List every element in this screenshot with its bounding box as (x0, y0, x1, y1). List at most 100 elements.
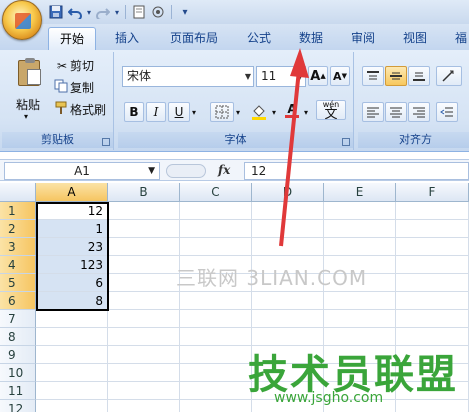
cell[interactable]: 23 (36, 238, 108, 256)
cell[interactable] (396, 220, 469, 238)
cell[interactable] (324, 202, 396, 220)
cell[interactable] (396, 274, 469, 292)
tab-data[interactable]: 数据 (288, 27, 334, 50)
clipboard-dialog-launcher-icon[interactable] (102, 138, 110, 146)
tab-more[interactable]: 福 (446, 27, 469, 50)
name-box[interactable]: A1 ▼ (4, 162, 160, 180)
align-bottom-button[interactable] (408, 66, 430, 86)
tab-page-layout[interactable]: 页面布局 (158, 27, 230, 50)
select-all-button[interactable] (0, 183, 36, 202)
cell[interactable] (324, 292, 396, 310)
borders-dropdown-icon[interactable]: ▾ (234, 102, 242, 122)
column-header-c[interactable]: C (180, 183, 252, 202)
cell[interactable] (180, 202, 252, 220)
cell[interactable] (396, 238, 469, 256)
cell[interactable] (252, 238, 324, 256)
cell[interactable] (396, 292, 469, 310)
tab-review[interactable]: 审阅 (340, 27, 386, 50)
row-header[interactable]: 10 (0, 364, 36, 382)
bold-button[interactable]: B (124, 102, 144, 122)
cell[interactable] (36, 382, 108, 400)
formula-bar-handle[interactable] (166, 164, 206, 178)
cell[interactable]: 6 (36, 274, 108, 292)
align-middle-button[interactable] (385, 66, 407, 86)
cell[interactable] (180, 310, 252, 328)
cell[interactable] (180, 382, 252, 400)
print-preview-icon[interactable] (131, 4, 147, 20)
insert-function-button[interactable]: fx (218, 163, 230, 177)
cell[interactable] (252, 292, 324, 310)
column-header-b[interactable]: B (108, 183, 180, 202)
tab-view[interactable]: 视图 (392, 27, 438, 50)
tab-insert[interactable]: 插入 (104, 27, 150, 50)
cell[interactable] (396, 400, 469, 412)
cell[interactable] (108, 202, 180, 220)
cell[interactable] (36, 328, 108, 346)
cell[interactable] (180, 364, 252, 382)
column-header-f[interactable]: F (396, 183, 469, 202)
cell[interactable] (180, 292, 252, 310)
orientation-button[interactable] (436, 66, 462, 86)
cell[interactable] (108, 400, 180, 412)
paste-button[interactable] (14, 58, 46, 98)
cell[interactable] (36, 346, 108, 364)
cell[interactable] (108, 310, 180, 328)
column-header-e[interactable]: E (324, 183, 396, 202)
cell[interactable] (36, 364, 108, 382)
row-header[interactable]: 4 (0, 256, 36, 274)
copy-button[interactable]: 复制 (54, 79, 94, 96)
cell[interactable] (324, 220, 396, 238)
save-icon[interactable] (48, 4, 64, 20)
font-name-combo[interactable]: 宋体 ▼ (122, 66, 254, 87)
decrease-indent-button[interactable] (436, 102, 458, 122)
dropdown-small-icon[interactable]: ▾ (114, 4, 120, 20)
align-right-button[interactable] (408, 102, 430, 122)
cell[interactable] (108, 346, 180, 364)
row-header[interactable]: 11 (0, 382, 36, 400)
font-color-dropdown-icon[interactable]: ▾ (302, 102, 310, 122)
cell[interactable]: 8 (36, 292, 108, 310)
align-left-button[interactable] (362, 102, 384, 122)
row-header[interactable]: 7 (0, 310, 36, 328)
cell[interactable] (324, 238, 396, 256)
cell[interactable] (396, 310, 469, 328)
cell[interactable] (396, 202, 469, 220)
cell[interactable] (108, 328, 180, 346)
cell[interactable] (36, 310, 108, 328)
cut-button[interactable]: ✂ 剪切 (54, 57, 94, 74)
row-header[interactable]: 5 (0, 274, 36, 292)
cell[interactable] (108, 238, 180, 256)
cell[interactable] (180, 346, 252, 364)
row-header[interactable]: 6 (0, 292, 36, 310)
cell[interactable]: 123 (36, 256, 108, 274)
cell[interactable] (36, 400, 108, 412)
cell[interactable] (108, 364, 180, 382)
fill-color-button[interactable] (248, 102, 270, 122)
cell[interactable] (180, 400, 252, 412)
formula-input[interactable]: 12 (244, 162, 469, 180)
row-header[interactable]: 1 (0, 202, 36, 220)
align-top-button[interactable] (362, 66, 384, 86)
cell[interactable] (108, 220, 180, 238)
tab-home[interactable]: 开始 (48, 27, 96, 50)
cell[interactable] (252, 310, 324, 328)
align-center-button[interactable] (385, 102, 407, 122)
cell[interactable] (252, 202, 324, 220)
cell[interactable] (252, 220, 324, 238)
cell[interactable]: 1 (36, 220, 108, 238)
cell[interactable] (108, 382, 180, 400)
fill-dropdown-icon[interactable]: ▾ (270, 102, 278, 122)
row-header[interactable]: 12 (0, 400, 36, 412)
grow-font-button[interactable]: A ▲ (308, 66, 328, 86)
redo-icon[interactable] (95, 4, 111, 20)
cell[interactable] (396, 256, 469, 274)
italic-button[interactable]: I (146, 102, 166, 122)
cell[interactable]: 12 (36, 202, 108, 220)
row-header[interactable]: 3 (0, 238, 36, 256)
underline-dropdown-icon[interactable]: ▾ (190, 102, 198, 122)
cell[interactable] (180, 220, 252, 238)
font-color-button[interactable]: A (282, 100, 302, 120)
underline-button[interactable]: U (168, 102, 190, 122)
cell[interactable] (180, 238, 252, 256)
tab-formulas[interactable]: 公式 (236, 27, 282, 50)
